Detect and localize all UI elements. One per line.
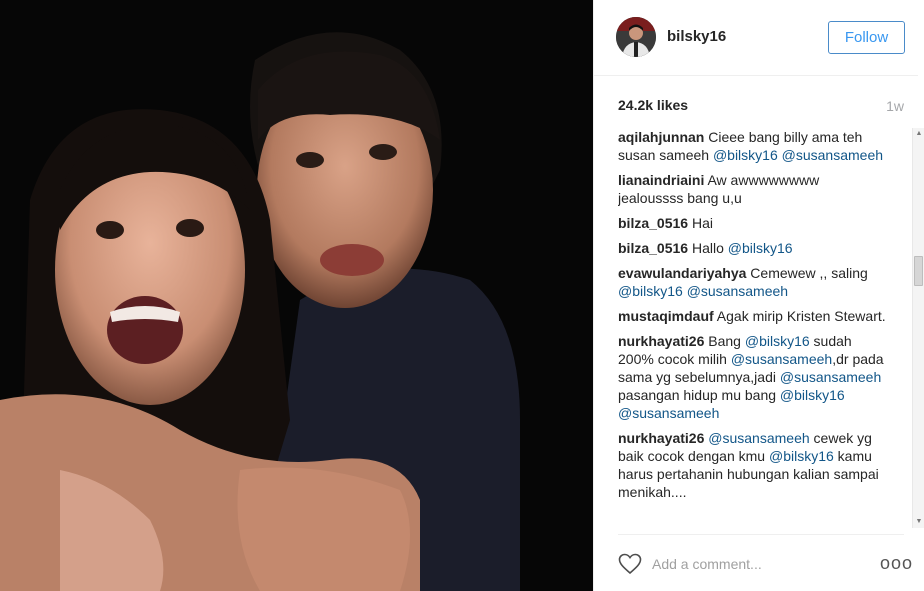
comment-mention-link[interactable]: @bilsky16 [713,147,778,163]
comment-mention-link[interactable]: @susansameeh [782,147,883,163]
comment-item: bilza_0516 Hai [618,214,888,232]
comment-item: mustaqimdauf Agak mirip Kristen Stewart. [618,307,888,325]
comment-author-link[interactable]: nurkhayati26 [618,430,704,446]
post-details-panel: bilsky16 Follow 24.2k likes 1w aqilahjun… [593,0,924,591]
scrollbar-thumb[interactable] [914,256,923,286]
comment-text: Bang [704,333,745,349]
username-link[interactable]: bilsky16 [667,28,726,45]
more-options-icon[interactable]: ooo [880,554,912,572]
comment-item: aqilahjunnan Cieee bang billy ama teh su… [618,128,888,164]
comment-author-link[interactable]: evawulandariyahya [618,265,746,281]
comment-item: nurkhayati26 Bang @bilsky16 sudah 200% c… [618,332,888,422]
heart-icon[interactable] [618,553,642,575]
scroll-up-arrow-icon[interactable]: ▲ [914,129,924,139]
comment-text: Cemewew ,, saling [746,265,868,281]
comments-list: aqilahjunnan Cieee bang billy ama teh su… [618,128,888,528]
avatar-image [616,17,656,57]
comment-item: evawulandariyahya Cemewew ,, saling @bil… [618,264,888,300]
comment-author-link[interactable]: lianaindriaini [618,172,704,188]
comment-input[interactable] [652,549,862,579]
post-timestamp[interactable]: 1w [886,98,904,114]
comment-text: Hai [688,215,713,231]
comment-mention-link[interactable]: @bilsky16 [728,240,793,256]
comment-item: lianaindriaini Aw awwwwwwww jealoussss b… [618,171,888,207]
scroll-down-arrow-icon[interactable]: ▼ [914,517,924,527]
comment-text: pasangan hidup mu bang [618,387,780,403]
post-header: bilsky16 Follow [594,0,918,76]
comments-scrollbar[interactable]: ▲ ▼ [912,128,924,528]
comment-text: Hallo [688,240,728,256]
post-footer: ooo [618,534,912,591]
comment-item: bilza_0516 Hallo @bilsky16 [618,239,888,257]
comment-mention-link[interactable]: @susansameeh [618,405,719,421]
comment-text: Agak mirip Kristen Stewart. [713,308,886,324]
post-photo[interactable] [0,0,593,591]
comment-author-link[interactable]: mustaqimdauf [618,308,714,324]
comment-mention-link[interactable]: @bilsky16 [780,387,845,403]
comment-mention-link[interactable]: @susansameeh [687,283,788,299]
comment-mention-link[interactable]: @susansameeh [780,369,881,385]
photo-image [0,0,593,591]
comment-mention-link[interactable]: @bilsky16 [745,333,810,349]
comment-mention-link[interactable]: @susansameeh [708,430,809,446]
avatar[interactable] [616,17,656,57]
comment-author-link[interactable]: bilza_0516 [618,215,688,231]
comment-author-link[interactable]: aqilahjunnan [618,129,704,145]
comment-author-link[interactable]: bilza_0516 [618,240,688,256]
follow-button[interactable]: Follow [828,21,905,54]
comment-mention-link[interactable]: @susansameeh [731,351,832,367]
comment-mention-link[interactable]: @bilsky16 [618,283,683,299]
comment-author-link[interactable]: nurkhayati26 [618,333,704,349]
likes-count[interactable]: 24.2k likes [618,97,688,113]
comment-mention-link[interactable]: @bilsky16 [769,448,834,464]
comment-item: nurkhayati26 @susansameeh cewek yg baik … [618,429,888,501]
